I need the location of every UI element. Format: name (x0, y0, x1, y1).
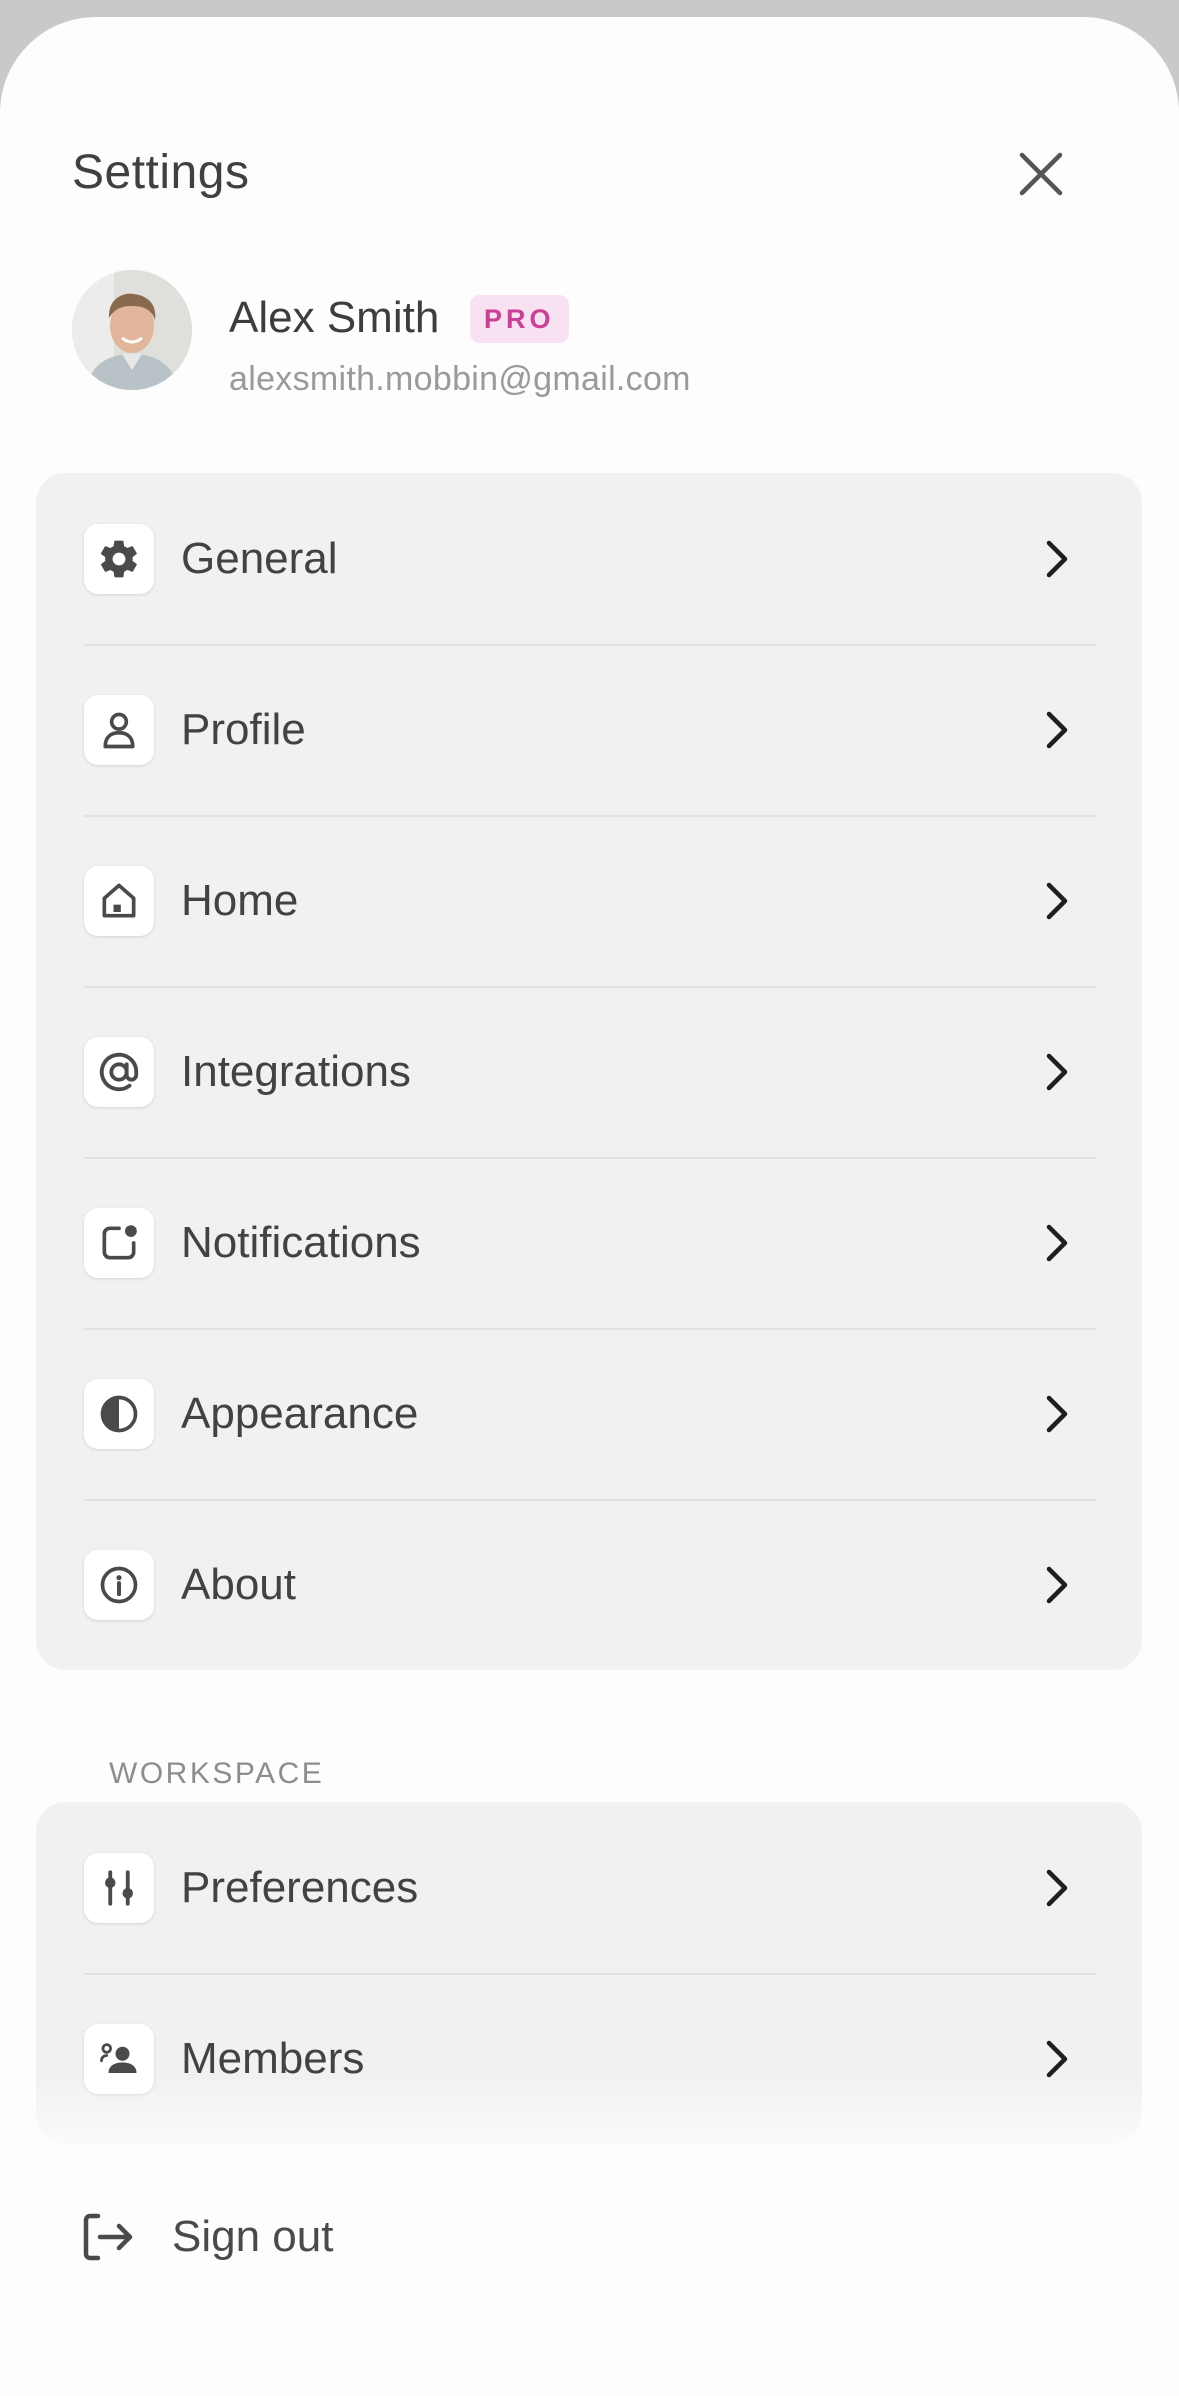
sign-out-label: Sign out (172, 2212, 334, 2261)
close-icon (1019, 152, 1063, 196)
menu-item-label: Members (181, 2033, 365, 2083)
user-email: alexsmith.mobbin@gmail.com (229, 360, 691, 398)
menu-item-label: Integrations (181, 1046, 411, 1096)
pro-badge: PRO (470, 295, 569, 343)
at-sign-icon (84, 1036, 154, 1107)
menu-item-label: About (181, 1559, 296, 1609)
menu-item-label: Home (181, 875, 299, 925)
chevron-right-icon (1037, 1394, 1077, 1434)
menu-item-label: Preferences (181, 1862, 419, 1912)
menu-item-profile[interactable]: Profile (36, 644, 1142, 815)
menu-item-label: General (181, 533, 338, 583)
menu-item-label: Profile (181, 704, 306, 754)
close-button[interactable] (1010, 143, 1072, 205)
menu-item-notifications[interactable]: Notifications (36, 1157, 1142, 1328)
sliders-icon (84, 1852, 154, 1923)
menu-item-about[interactable]: About (36, 1499, 1142, 1670)
house-icon (84, 865, 154, 936)
settings-card: General Profile Home Integrations Notifi… (36, 473, 1142, 1670)
chevron-right-icon (1037, 2039, 1077, 2079)
sign-out-button[interactable]: Sign out (82, 2197, 333, 2277)
scroll-fade (0, 2077, 1179, 2157)
notification-dot-icon (84, 1207, 154, 1278)
settings-sheet: Settings Alex Smith PRO alexsmith.mobbin… (0, 17, 1179, 2396)
user-name: Alex Smith (229, 293, 440, 342)
menu-item-preferences[interactable]: Preferences (36, 1802, 1142, 1973)
menu-item-general[interactable]: General (36, 473, 1142, 644)
menu-item-label: Notifications (181, 1217, 421, 1267)
menu-item-label: Appearance (181, 1388, 419, 1438)
sign-out-icon (83, 2213, 133, 2261)
menu-item-appearance[interactable]: Appearance (36, 1328, 1142, 1499)
section-label-workspace: WORKSPACE (109, 1757, 325, 1790)
avatar-image (72, 270, 192, 390)
chevron-right-icon (1037, 710, 1077, 750)
chevron-right-icon (1037, 539, 1077, 579)
person-icon (84, 694, 154, 765)
menu-item-integrations[interactable]: Integrations (36, 986, 1142, 1157)
chevron-right-icon (1037, 1223, 1077, 1263)
chevron-right-icon (1037, 1052, 1077, 1092)
chevron-right-icon (1037, 1868, 1077, 1908)
chevron-right-icon (1037, 1565, 1077, 1605)
page-title: Settings (72, 146, 250, 199)
half-circle-icon (84, 1378, 154, 1449)
chevron-right-icon (1037, 881, 1077, 921)
gear-icon (84, 523, 154, 594)
menu-item-home[interactable]: Home (36, 815, 1142, 986)
info-icon (84, 1549, 154, 1620)
avatar[interactable] (72, 270, 192, 390)
